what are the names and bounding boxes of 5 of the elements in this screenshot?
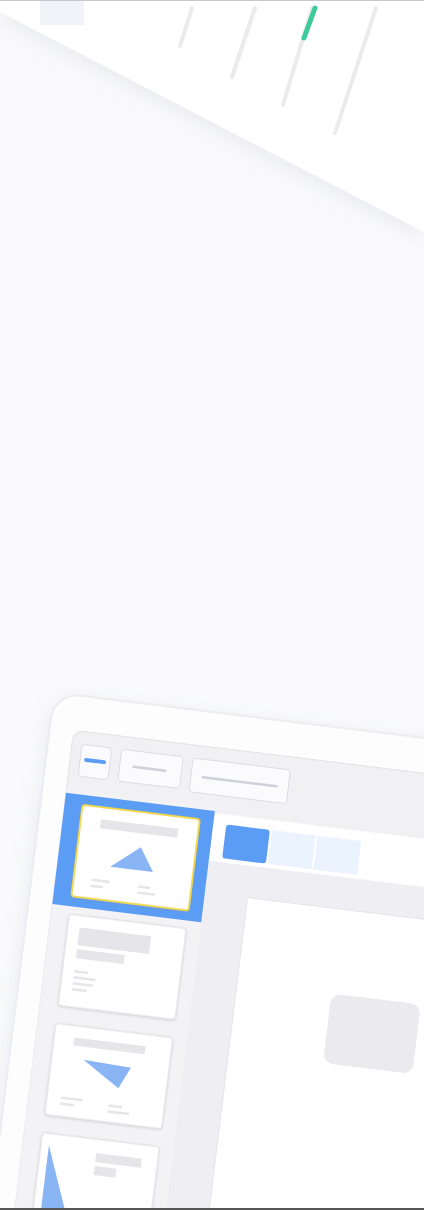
view-tab[interactable] [267, 830, 316, 870]
view-tab[interactable] [222, 824, 270, 864]
slide-thumbnail[interactable] [70, 803, 201, 912]
toolbar-button[interactable] [188, 757, 291, 805]
toolbar-button[interactable] [77, 743, 113, 781]
